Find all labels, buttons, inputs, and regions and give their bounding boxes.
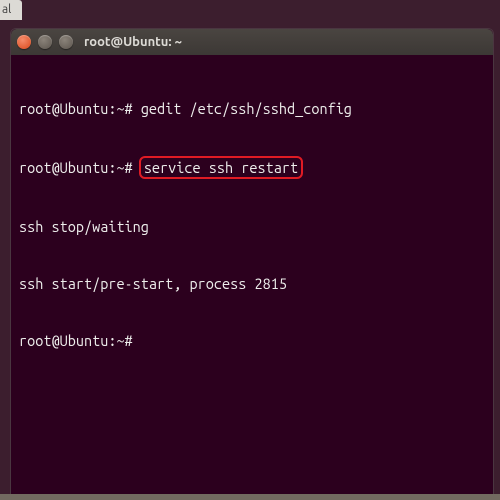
minimize-icon[interactable] — [38, 35, 52, 49]
partial-tab: al — [0, 0, 22, 20]
prompt: root@Ubuntu:~# — [19, 332, 141, 349]
window-titlebar[interactable]: root@Ubuntu: ~ — [11, 29, 493, 55]
bottom-edge — [0, 494, 500, 500]
maximize-icon[interactable] — [59, 35, 73, 49]
desktop-background — [0, 0, 8, 500]
window-title: root@Ubuntu: ~ — [84, 35, 182, 49]
terminal-body[interactable]: root@Ubuntu:~# gedit /etc/ssh/sshd_confi… — [11, 55, 493, 497]
terminal-line: root@Ubuntu:~# — [19, 331, 485, 350]
terminal-window: root@Ubuntu: ~ root@Ubuntu:~# gedit /etc… — [10, 28, 494, 498]
close-icon[interactable] — [17, 35, 31, 49]
command-text: gedit /etc/ssh/sshd_config — [141, 100, 352, 117]
terminal-line: root@Ubuntu:~# service ssh restart — [19, 156, 485, 179]
prompt: root@Ubuntu:~# — [19, 159, 141, 176]
highlighted-command: service ssh restart — [139, 156, 303, 179]
prompt: root@Ubuntu:~# — [19, 100, 141, 117]
terminal-output: ssh start/pre-start, process 2815 — [19, 274, 485, 293]
terminal-output: ssh stop/waiting — [19, 217, 485, 236]
terminal-line: root@Ubuntu:~# gedit /etc/ssh/sshd_confi… — [19, 99, 485, 118]
